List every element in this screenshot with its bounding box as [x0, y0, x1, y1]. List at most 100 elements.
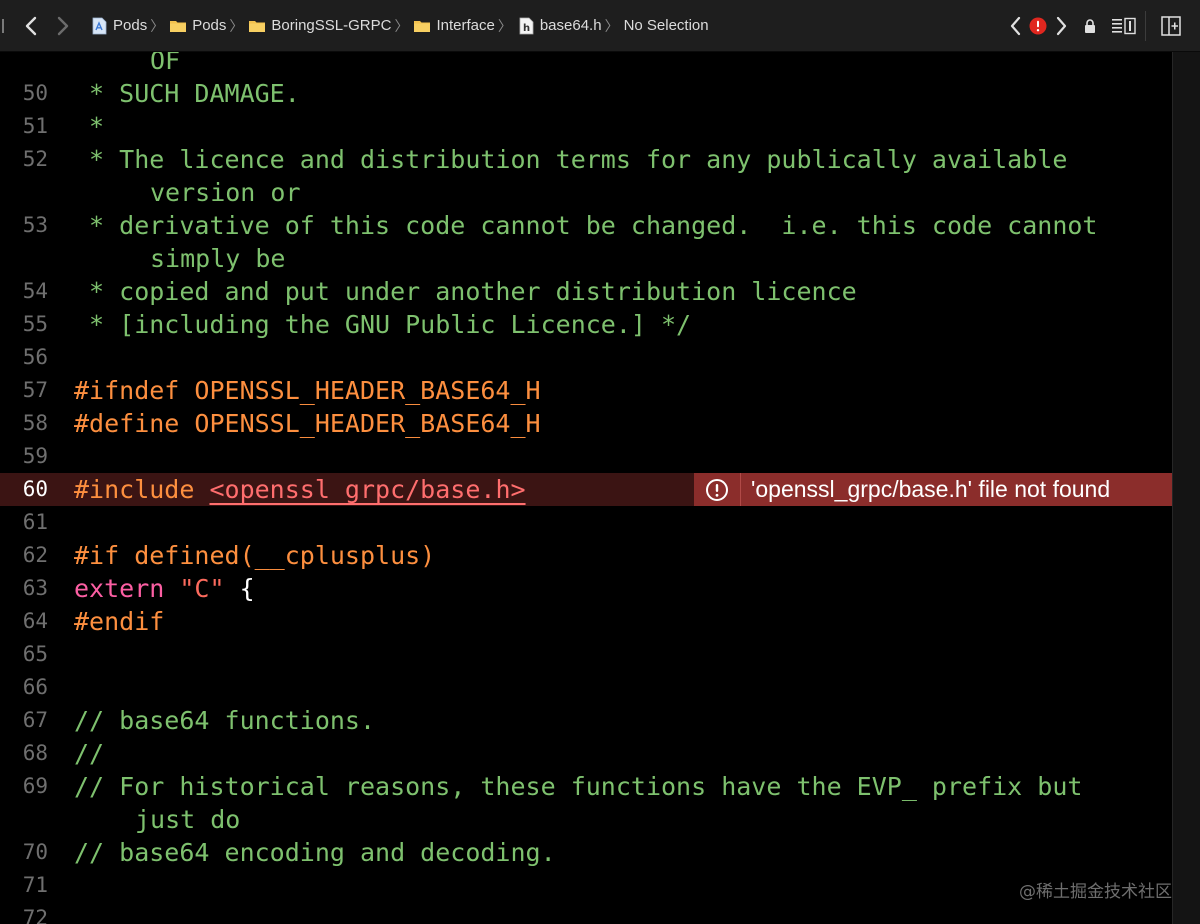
line-number: 71 [22, 873, 48, 897]
folder-icon [414, 20, 431, 32]
header-file-icon: h [519, 17, 534, 34]
code-line: 59 [0, 440, 1172, 473]
line-number: 57 [22, 378, 48, 402]
jump-bar: Pods 〉 Pods 〉 BoringSSL-GRPC 〉 Interface… [0, 0, 1200, 52]
lock-button[interactable] [1079, 11, 1101, 41]
error-icon [706, 478, 728, 501]
code-text: // [74, 739, 105, 768]
watermark: @稀土掘金技术社区 [1019, 882, 1172, 902]
code-text: #ifndef OPENSSL_HEADER_BASE64_H [74, 376, 541, 405]
code-line: 64 #endif [0, 605, 1172, 638]
vertical-scrollbar[interactable] [1172, 52, 1200, 924]
include-path[interactable]: <openssl_grpc/base.h> [209, 475, 525, 504]
code-line-error: 60 #include <openssl_grpc/base.h> 'opens… [0, 473, 1172, 506]
code-line: 57 #ifndef OPENSSL_HEADER_BASE64_H [0, 374, 1172, 407]
line-number: 66 [22, 675, 48, 699]
code-text: * [74, 112, 105, 141]
code-text: * copied and put under another distribut… [74, 277, 857, 306]
editor-options-button[interactable] [1109, 11, 1139, 41]
folder-icon [170, 20, 187, 32]
editor-options-icon [1112, 17, 1136, 35]
breadcrumb-symbol-selection[interactable]: No Selection [624, 17, 709, 34]
error-annotation[interactable]: 'openssl_grpc/base.h' file not found [694, 473, 1172, 506]
line-number: 54 [22, 279, 48, 303]
code-line: 70 // base64 encoding and decoding. [0, 836, 1172, 869]
breadcrumb-group-interface[interactable]: Interface [413, 17, 495, 35]
error-icon-box[interactable] [694, 473, 741, 506]
line-number: 60 [22, 477, 48, 501]
code-line: 69 // For historical reasons, these func… [0, 770, 1172, 836]
chevron-left-icon [1010, 16, 1021, 36]
add-editor-button[interactable] [1156, 11, 1186, 41]
breadcrumb-project-pods[interactable]: Pods [90, 17, 147, 35]
next-issue-button[interactable] [1051, 11, 1071, 41]
code-text-wrapped: version or [150, 178, 301, 207]
line-number: 51 [22, 114, 48, 138]
breadcrumb: Pods 〉 Pods 〉 BoringSSL-GRPC 〉 Interface… [90, 0, 709, 52]
svg-text:h: h [523, 23, 530, 34]
source-editor[interactable]: OF 50 * SUCH DAMAGE. 51 * 52 * The licen… [0, 52, 1172, 924]
code-line: 63 extern "C" { [0, 572, 1172, 605]
breadcrumb-separator-icon: 〉 [497, 17, 512, 34]
code-text: * The licence and distribution terms for… [74, 145, 1068, 174]
breadcrumb-group-boringssl[interactable]: BoringSSL-GRPC [248, 17, 391, 35]
code-line: 58 #define OPENSSL_HEADER_BASE64_H [0, 407, 1172, 440]
line-number: 59 [22, 444, 48, 468]
line-number: 61 [22, 510, 48, 534]
code-text-wrapped: just do [135, 805, 241, 834]
breadcrumb-separator-icon: 〉 [229, 17, 244, 34]
back-button[interactable] [18, 11, 44, 41]
chevron-right-icon [57, 16, 69, 35]
code-text: #include <openssl_grpc/base.h> [74, 473, 526, 506]
previous-issue-button[interactable] [1005, 11, 1025, 41]
error-message: 'openssl_grpc/base.h' file not found [751, 476, 1111, 502]
line-number: 55 [22, 312, 48, 336]
line-number: 62 [22, 543, 48, 567]
code-line: 54 * copied and put under another distri… [0, 275, 1172, 308]
code-line: 56 [0, 341, 1172, 374]
breadcrumb-group-pods[interactable]: Pods [169, 17, 226, 35]
code-text: // base64 functions. [74, 706, 376, 735]
breadcrumb-separator-icon: 〉 [394, 17, 409, 34]
code-line: OF [0, 52, 1172, 77]
folder-icon [249, 20, 266, 32]
breadcrumb-label: No Selection [623, 17, 709, 34]
chevron-right-icon [1056, 16, 1067, 36]
code-text: // base64 encoding and decoding. [74, 838, 556, 867]
line-number: 58 [22, 411, 48, 435]
keyword: extern [74, 574, 165, 603]
breadcrumb-label: Interface [436, 17, 495, 34]
code-text: * derivative of this code cannot be chan… [74, 211, 1098, 240]
line-number: 68 [22, 741, 48, 765]
code-text: extern "C" { [74, 572, 255, 605]
code-line: 50 * SUCH DAMAGE. [0, 77, 1172, 110]
code-line: 51 * [0, 110, 1172, 143]
code-line: 65 [0, 638, 1172, 671]
error-icon [1029, 17, 1047, 35]
line-number: 52 [22, 147, 48, 171]
line-number: 53 [22, 213, 48, 237]
code-text: #define OPENSSL_HEADER_BASE64_H [74, 409, 541, 438]
include-directive: #include [74, 475, 210, 504]
code-text: // For historical reasons, these functio… [74, 772, 1083, 801]
code-text: #if defined(__cplusplus) [74, 541, 436, 570]
code-line: 55 * [including the GNU Public Licence.]… [0, 308, 1172, 341]
line-number: 63 [22, 576, 48, 600]
code-line: 68 // [0, 737, 1172, 770]
forward-button[interactable] [50, 11, 76, 41]
breadcrumb-file-base64[interactable]: h base64.h [517, 17, 602, 35]
issue-indicator[interactable] [1027, 11, 1049, 41]
chevron-left-icon [25, 16, 37, 35]
code-line: 66 [0, 671, 1172, 704]
related-items-button[interactable] [0, 11, 8, 41]
grip-icon [2, 18, 4, 33]
code-text: #endif [74, 607, 165, 636]
code-text: * [including the GNU Public Licence.] */ [74, 310, 692, 339]
code-text-wrapped: simply be [150, 244, 286, 273]
code-line: 61 [0, 506, 1172, 539]
code-line: 71 [0, 869, 1172, 902]
line-number: 50 [22, 81, 48, 105]
code-line: 62 #if defined(__cplusplus) [0, 539, 1172, 572]
lock-icon [1085, 19, 1095, 33]
line-number: 70 [22, 840, 48, 864]
